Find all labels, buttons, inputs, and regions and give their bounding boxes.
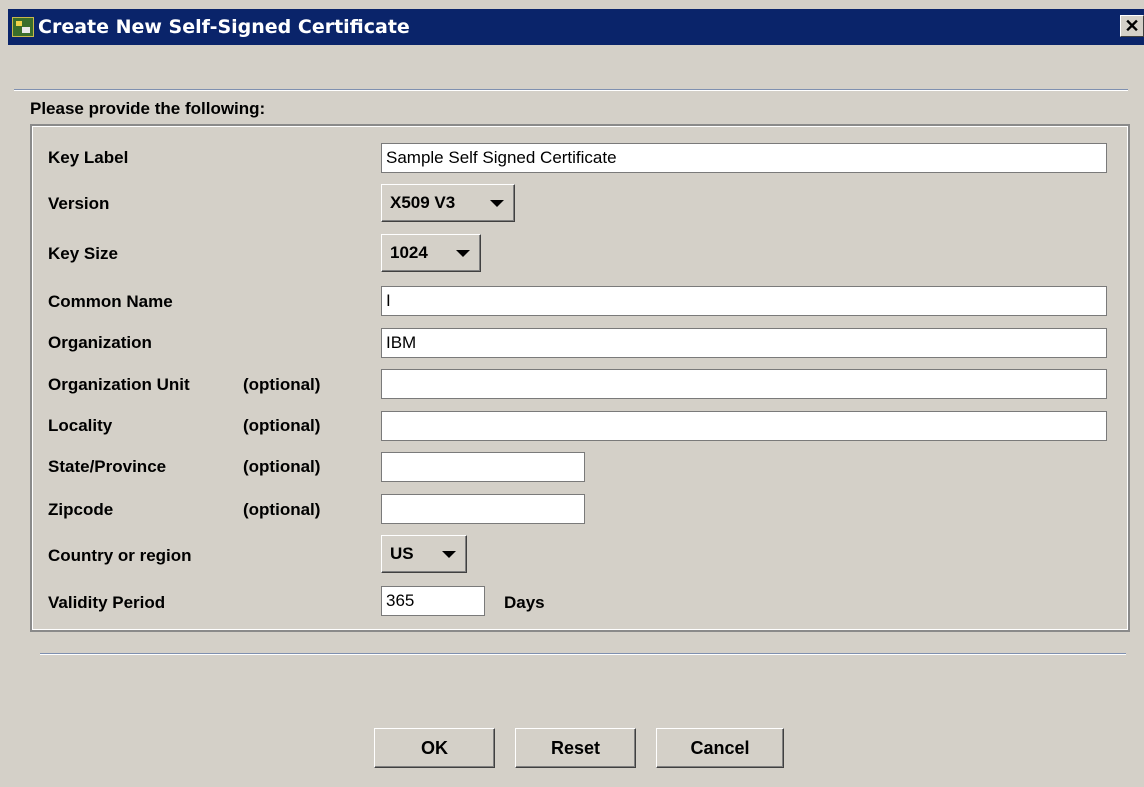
chevron-down-icon — [456, 250, 470, 257]
separator-top — [14, 89, 1128, 91]
title-bar[interactable]: Create New Self-Signed Certificate ✕ — [8, 9, 1144, 45]
version-value: X509 V3 — [390, 193, 456, 212]
close-icon[interactable]: ✕ — [1120, 15, 1144, 37]
ok-button[interactable]: OK — [374, 728, 495, 768]
key-size-select[interactable]: 1024 — [381, 234, 481, 272]
locality-input[interactable] — [381, 411, 1107, 441]
chevron-down-icon — [490, 200, 504, 207]
validity-unit-label: Days — [504, 593, 545, 612]
zipcode-label: Zipcode — [48, 500, 114, 519]
organization-input[interactable]: IBM — [381, 328, 1107, 358]
country-label: Country or region — [48, 546, 192, 565]
reset-button[interactable]: Reset — [515, 728, 636, 768]
organization-unit-optional: (optional) — [243, 375, 321, 394]
organization-unit-label: Organization Unit — [48, 375, 190, 394]
state-province-optional: (optional) — [243, 457, 321, 476]
country-select[interactable]: US — [381, 535, 467, 573]
key-size-label: Key Size — [48, 244, 118, 263]
zipcode-input[interactable] — [381, 494, 585, 524]
state-province-input[interactable] — [381, 452, 585, 482]
key-label-label: Key Label — [48, 148, 129, 167]
validity-period-input[interactable]: 365 — [381, 586, 485, 616]
state-province-label: State/Province — [48, 457, 167, 476]
cancel-button[interactable]: Cancel — [656, 728, 784, 768]
key-size-value: 1024 — [390, 243, 428, 262]
zipcode-optional: (optional) — [243, 500, 321, 519]
locality-optional: (optional) — [243, 416, 321, 435]
version-label: Version — [48, 194, 110, 213]
section-title: Please provide the following: — [30, 99, 266, 118]
organization-unit-input[interactable] — [381, 369, 1107, 399]
separator-bottom — [40, 653, 1126, 655]
country-value: US — [390, 544, 414, 563]
version-select[interactable]: X509 V3 — [381, 184, 515, 222]
validity-period-label: Validity Period — [48, 593, 166, 612]
chevron-down-icon — [442, 551, 456, 558]
locality-label: Locality — [48, 416, 113, 435]
common-name-label: Common Name — [48, 292, 173, 311]
common-name-input[interactable]: I — [381, 286, 1107, 316]
app-icon — [12, 17, 34, 37]
window-title: Create New Self-Signed Certificate — [38, 16, 410, 38]
key-label-input[interactable]: Sample Self Signed Certificate — [381, 143, 1107, 173]
organization-label: Organization — [48, 333, 152, 352]
